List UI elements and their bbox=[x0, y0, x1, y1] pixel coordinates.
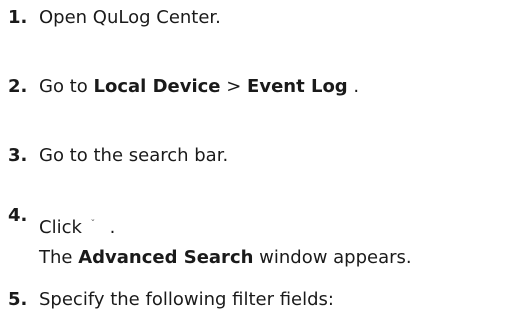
step-text-prefix: Go to bbox=[39, 76, 94, 97]
step-4-body: Click ˇ . The Advanced Search window appe… bbox=[39, 206, 412, 270]
step-1: 1. Open QuLog Center. bbox=[8, 6, 221, 30]
step-4-line-2: The Advanced Search window appears. bbox=[39, 246, 412, 270]
step-number: 4. bbox=[8, 205, 28, 226]
step-text-suffix: . bbox=[103, 217, 116, 238]
step-number: 3. bbox=[8, 145, 28, 166]
step-number: 2. bbox=[8, 76, 28, 97]
step-5: 5. Specify the following filter fields: bbox=[8, 288, 334, 312]
caret-down-icon: ˇ bbox=[90, 219, 96, 230]
step-text: Specify the following filter fields: bbox=[39, 289, 334, 310]
menu-event-log: Event Log bbox=[247, 76, 348, 97]
step-number: 1. bbox=[8, 7, 28, 28]
step-4: 4. Click ˇ . The Advanced Search window a… bbox=[8, 205, 412, 270]
step-3: 3. Go to the search bar. bbox=[8, 144, 228, 168]
line-rest: window appears. bbox=[253, 247, 412, 268]
instruction-steps: 1. Open QuLog Center. 2. Go to Local Devic… bbox=[0, 0, 523, 320]
step-2: 2. Go to Local Device > Event Log . bbox=[8, 75, 359, 99]
step-4-line-1: Click ˇ . bbox=[39, 216, 412, 243]
step-number: 5. bbox=[8, 289, 28, 310]
advanced-search-label: Advanced Search bbox=[78, 247, 254, 268]
click-label: Click bbox=[39, 217, 82, 238]
step-text-suffix: . bbox=[347, 76, 360, 97]
path-separator: > bbox=[220, 76, 248, 97]
step-text: Go to the search bar. bbox=[39, 145, 229, 166]
step-text: Open QuLog Center. bbox=[39, 7, 221, 28]
menu-local-device: Local Device bbox=[93, 76, 221, 97]
line-prefix: The bbox=[39, 247, 79, 268]
